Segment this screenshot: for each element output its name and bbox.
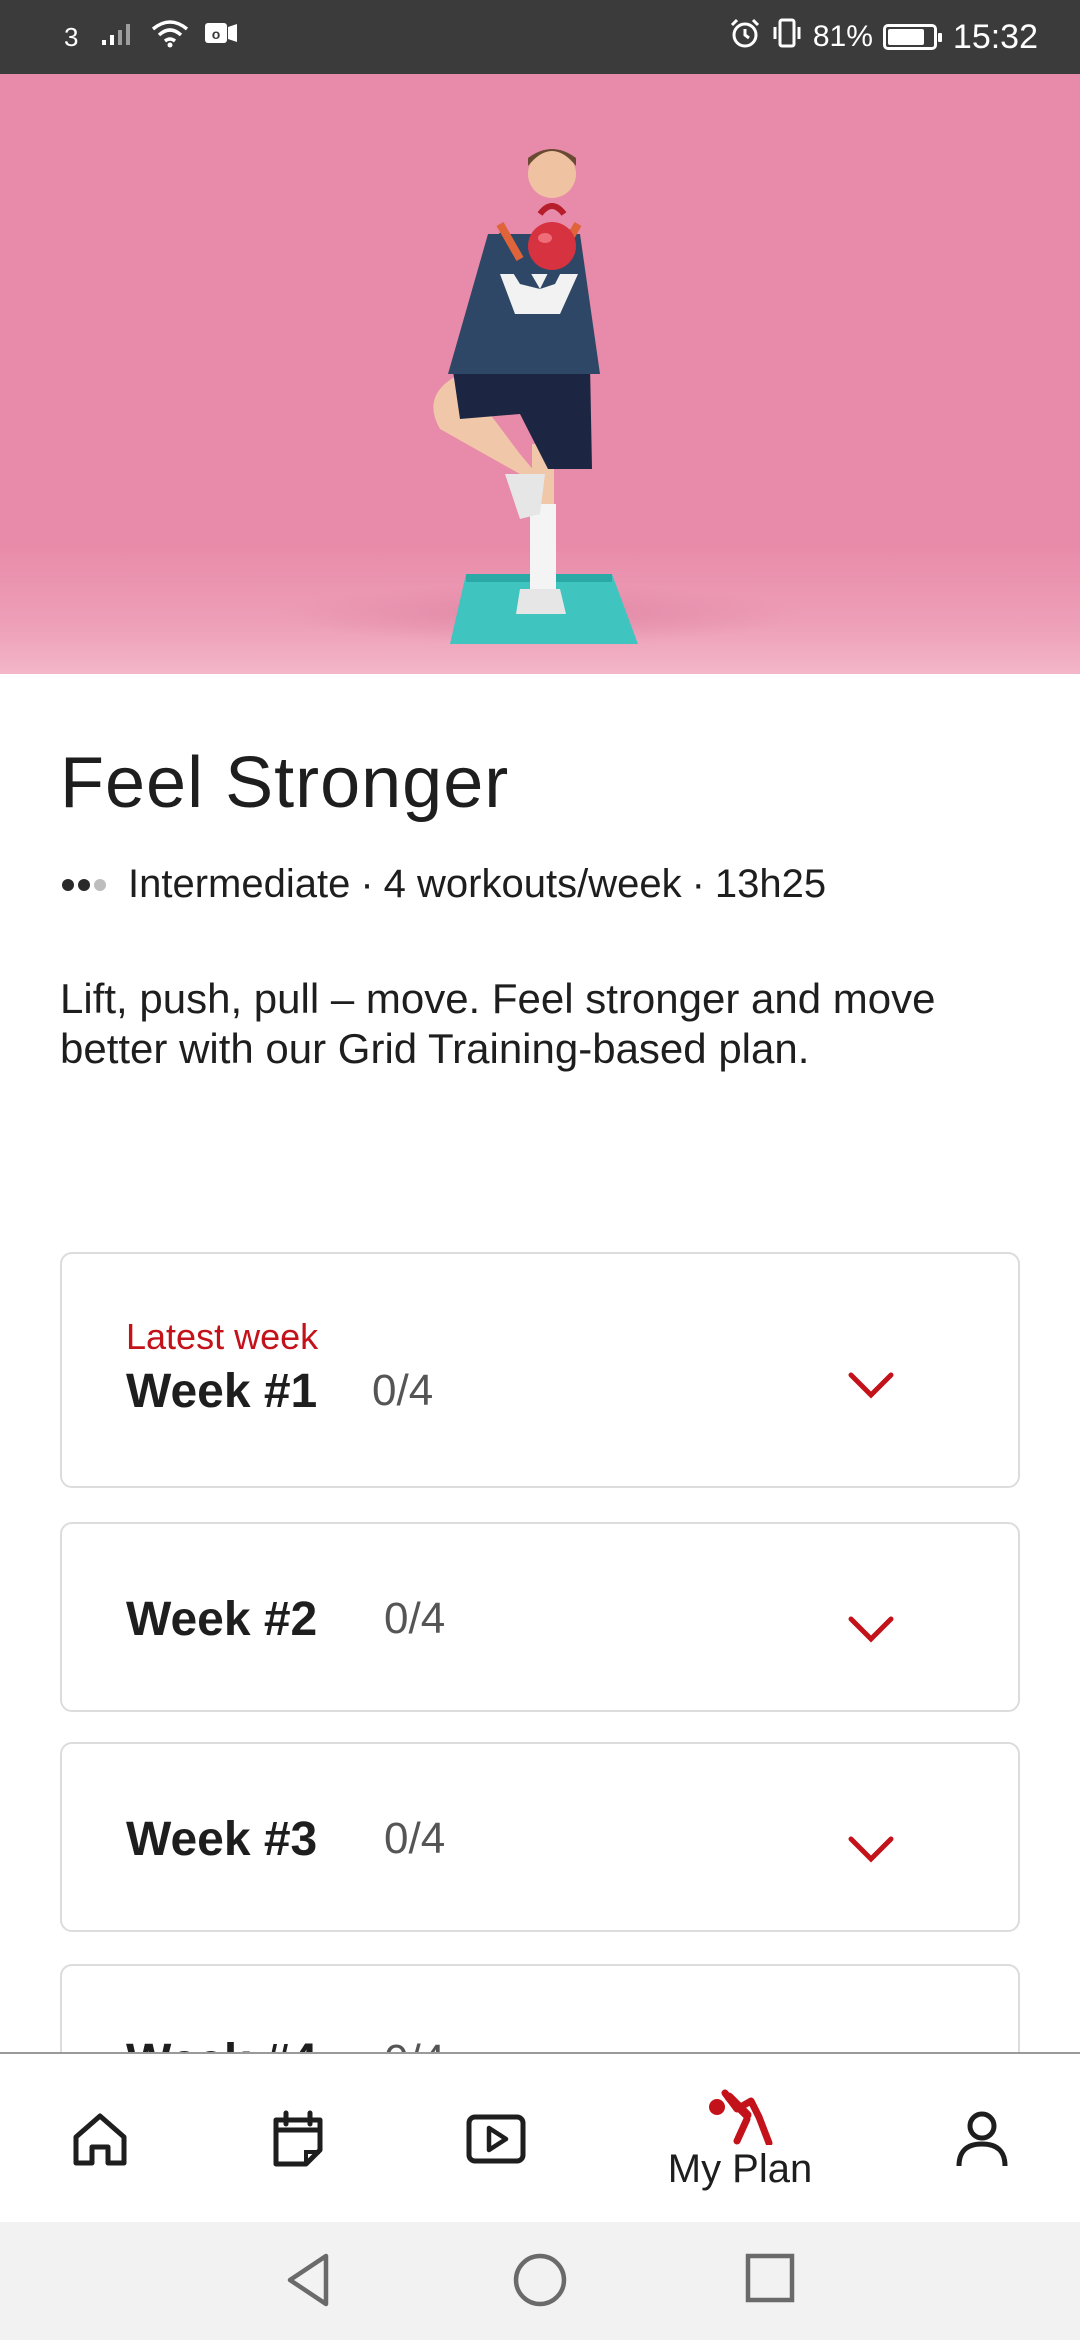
home-icon — [73, 2113, 127, 2166]
back-icon[interactable] — [284, 2252, 332, 2308]
week-progress: 0/4 — [384, 2036, 445, 2052]
week-card-1[interactable]: Latest week Week #1 0/4 — [60, 1252, 1020, 1488]
week-label: Week #2 — [126, 1593, 318, 1646]
carrier-label: 3 — [64, 21, 79, 52]
nav-profile[interactable] — [942, 2054, 1022, 2224]
nav-label: My Plan — [667, 2146, 813, 2191]
recents-square-icon[interactable] — [744, 2252, 796, 2304]
meta-separator: · — [360, 862, 374, 906]
plan-meta: Intermediate · 4 workouts/week · 13h25 — [62, 862, 826, 907]
home-circle-icon[interactable] — [512, 2252, 568, 2308]
clock: 15:32 — [952, 17, 1038, 56]
chevron-down-icon[interactable] — [848, 1836, 894, 1864]
vibrate-icon — [771, 17, 803, 57]
week-progress: 0/4 — [372, 1366, 434, 1415]
status-bar-left: 3 o — [64, 18, 238, 56]
workout-plan-icon — [709, 2089, 773, 2145]
signal-icon — [100, 20, 136, 54]
wifi-icon — [150, 18, 190, 56]
chevron-down-icon[interactable] — [848, 1372, 894, 1400]
nav-home[interactable] — [60, 2054, 140, 2224]
level-indicator-icon — [62, 878, 106, 891]
latest-week-tag: Latest week — [126, 1316, 319, 1357]
week-card-3[interactable]: Week #3 0/4 — [60, 1742, 1020, 1932]
chevron-down-icon[interactable] — [848, 1616, 894, 1644]
nav-calendar[interactable] — [258, 2054, 338, 2224]
system-navigation-bar — [0, 2222, 1080, 2340]
alarm-icon — [729, 17, 761, 57]
play-video-icon — [466, 2114, 526, 2164]
week-progress: 0/4 — [384, 1594, 446, 1643]
hotspot-icon: o — [204, 20, 238, 54]
week-label: Week #4 — [126, 2034, 317, 2052]
battery-fill — [887, 29, 924, 45]
level-dot — [78, 878, 90, 891]
status-bar: 3 o 81% 15:32 — [0, 0, 1080, 74]
hero-image — [0, 74, 1080, 674]
kettlebell-workout-photo — [280, 149, 800, 644]
plan-frequency: 4 workouts/week — [383, 862, 682, 906]
status-bar-right: 81% 15:32 — [729, 17, 1038, 57]
week-card-4[interactable]: Week #4 0/4 — [60, 1964, 1020, 2052]
week-label: Week #1 — [126, 1365, 318, 1418]
plan-duration: 13h25 — [714, 862, 827, 906]
plan-description: Lift, push, pull – move. Feel stronger a… — [60, 975, 936, 1072]
svg-text:o: o — [212, 26, 221, 42]
level-dot — [94, 878, 106, 891]
meta-separator: · — [691, 862, 705, 906]
plan-level: Intermediate — [128, 862, 351, 906]
week-progress: 0/4 — [384, 1814, 446, 1863]
calendar-icon — [273, 2110, 323, 2167]
level-dot — [62, 878, 74, 891]
plan-details: Feel Stronger Intermediate · 4 workouts/… — [0, 674, 1080, 2052]
profile-icon — [956, 2111, 1008, 2167]
week-label: Week #3 — [126, 1813, 318, 1866]
plan-title: Feel Stronger — [60, 743, 510, 823]
battery-percent: 81% — [812, 20, 873, 53]
nav-videos[interactable] — [456, 2054, 536, 2224]
bottom-navigation: My Plan — [0, 2052, 1080, 2222]
battery-icon — [882, 24, 942, 50]
week-card-2[interactable]: Week #2 0/4 — [60, 1522, 1020, 1712]
nav-my-plan[interactable]: My Plan — [630, 2054, 850, 2224]
